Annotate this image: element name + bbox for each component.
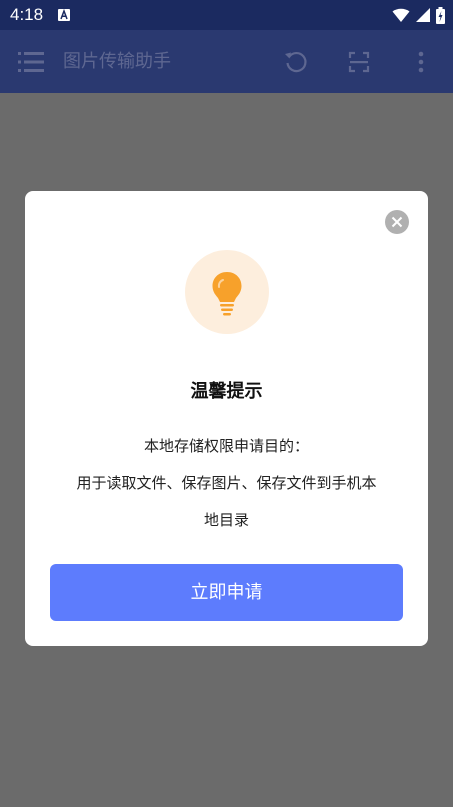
wifi-icon [392,8,410,22]
dialog-body-line: 用于读取文件、保存图片、保存文件到手机本 [76,474,377,492]
page-title: 图片传输助手 [63,51,171,72]
apply-now-button[interactable]: 立即申请 [50,564,403,621]
status-icons [392,6,445,24]
dialog-title: 温馨提示 [190,381,263,402]
dialog-body: 本地存储权限申请目的： 用于读取文件、保存图片、保存文件到手机本 地目录 [53,428,400,539]
close-button[interactable] [385,210,409,234]
menu-icon[interactable] [18,50,44,74]
status-time: 4:18 [10,5,44,24]
lightbulb-icon [212,272,242,316]
dialog-body-line: 地目录 [203,511,249,529]
dialog-body-line: 本地存储权限申请目的： [143,437,309,455]
scan-icon[interactable] [346,49,372,75]
permission-dialog: 温馨提示 本地存储权限申请目的： 用于读取文件、保存图片、保存文件到手机本 地目… [25,191,428,646]
tip-icon-badge [185,250,269,334]
signal-icon [416,8,430,22]
close-icon [391,216,403,228]
app-toolbar: 图片传输助手 [0,30,453,93]
a-icon [58,9,70,21]
status-bar: 4:18 [0,0,453,30]
more-vert-icon[interactable] [408,49,434,75]
battery-icon [436,6,445,24]
refresh-icon[interactable] [283,49,309,75]
